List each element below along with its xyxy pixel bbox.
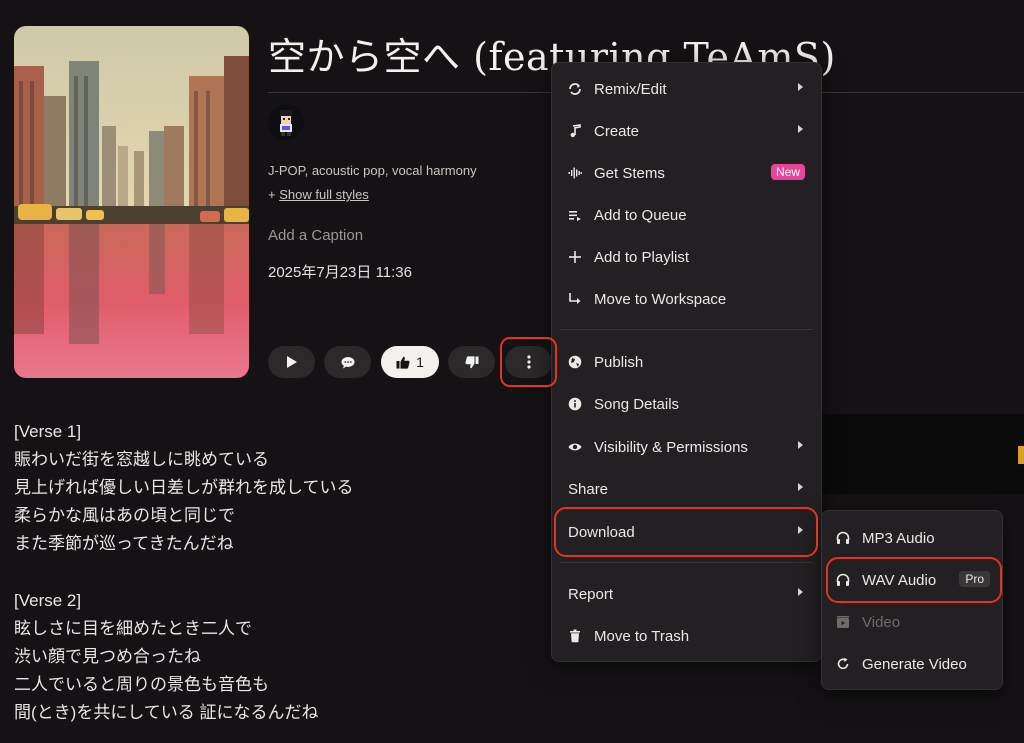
show-full-styles[interactable]: + Show full styles [268,187,369,202]
lyrics: [Verse 1] 賑わいだ街を窓越しに眺めている 見上げれば優しい日差しが群れ… [14,418,354,727]
chevron-right-icon [798,441,803,449]
headphones-icon [836,531,850,545]
menu-item-label: Remix/Edit [594,80,667,98]
like-count: 1 [416,354,424,370]
download-video: Video [822,602,1002,642]
background-panel [818,414,1024,494]
cover-art[interactable] [14,26,249,378]
trash-icon [568,629,582,643]
like-button[interactable]: 1 [381,346,439,378]
menu-item-visibility-permissions[interactable]: Visibility & Permissions [552,427,821,467]
lyrics-line: 渋い顔で見つめ合ったね [14,647,201,666]
menu-item-label: Visibility & Permissions [594,438,748,456]
waveform-icon [568,166,582,180]
globe-icon [568,355,582,369]
lyrics-line: 柔らかな風はあの頃と同じで [14,506,235,525]
new-badge: New [770,164,805,180]
lyrics-blank-line [14,558,354,587]
chevron-right-icon [798,588,803,596]
menu-item-move-to-trash[interactable]: Move to Trash [552,616,821,656]
menu-divider [560,329,813,330]
menu-item-label: Add to Playlist [594,248,690,266]
submenu-item-label: Video [862,613,901,631]
menu-item-add-to-playlist[interactable]: Add to Playlist [552,237,821,277]
highlight-wav-audio [826,557,1002,603]
menu-item-label: Publish [594,353,644,371]
chevron-right-icon [798,83,803,91]
plus-icon [568,250,582,264]
menu-divider [560,562,813,563]
music-note-icon [568,124,582,138]
highlight-more-options [500,337,557,387]
chevron-right-icon [798,483,803,491]
background-accent [1018,446,1024,464]
menu-item-label: Move to Trash [594,627,690,645]
show-styles-link[interactable]: Show full styles [279,187,369,202]
generate-video[interactable]: Generate Video [822,644,1002,684]
refresh-icon [836,657,850,671]
video-icon [836,615,850,629]
style-tags: J-POP, acoustic pop, vocal harmony [268,163,477,178]
cover-art-image [14,26,249,378]
context-menu: Remix/Edit Create Get Stems New Add to Q… [551,62,822,662]
menu-item-label: Song Details [594,395,680,413]
menu-item-label: Get Stems [594,164,665,182]
chevron-right-icon [798,125,803,133]
remix-icon [568,82,582,96]
menu-item-label: Add to Queue [594,206,687,224]
lyrics-line: 賑わいだ街を窓越しに眺めている [14,450,269,469]
menu-item-label: Report [568,585,614,603]
thumbs-down-icon [464,355,478,368]
menu-item-share[interactable]: Share [552,469,821,509]
menu-item-remix-edit[interactable]: Remix/Edit [552,69,821,109]
avatar-image [280,110,292,136]
menu-item-create[interactable]: Create [552,111,821,151]
queue-icon [568,208,582,222]
lyrics-line: [Verse 2] [14,591,82,610]
menu-item-publish[interactable]: Publish [552,342,821,382]
menu-item-report[interactable]: Report [552,574,821,614]
show-styles-prefix: + [268,187,276,202]
play-icon [286,356,297,368]
caption-field[interactable]: Add a Caption [268,227,363,244]
lyrics-line: 二人でいると周りの景色も音色も [14,675,269,694]
menu-item-label: Create [594,122,640,140]
download-mp3-audio[interactable]: MP3 Audio [822,518,1002,558]
submenu-item-label: Generate Video [862,655,967,673]
menu-item-move-to-workspace[interactable]: Move to Workspace [552,279,821,319]
comment-icon [341,356,354,368]
info-icon [568,397,582,411]
lyrics-line: 間(とき)を共にしている 証になるんだね [14,703,319,722]
arrow-return-icon [568,292,582,306]
created-date: 2025年7月23日 11:36 [268,264,412,281]
thumbs-up-icon [396,356,410,369]
eye-icon [568,440,582,454]
lyrics-line: [Verse 1] [14,422,82,441]
lyrics-line: また季節が巡ってきたんだね [14,534,234,553]
menu-item-label: Share [568,480,609,498]
comment-button[interactable] [324,346,371,378]
highlight-download [554,507,818,557]
dislike-button[interactable] [448,346,495,378]
play-button[interactable] [268,346,315,378]
menu-item-label: Move to Workspace [594,290,727,308]
menu-item-get-stems[interactable]: Get Stems New [552,153,821,193]
creator-avatar[interactable] [268,104,304,140]
menu-item-add-to-queue[interactable]: Add to Queue [552,195,821,235]
lyrics-line: 眩しさに目を細めたとき二人で [14,619,252,638]
lyrics-line: 見上げれば優しい日差しが群れを成している [14,478,354,497]
submenu-item-label: MP3 Audio [862,529,935,547]
menu-item-song-details[interactable]: Song Details [552,384,821,424]
